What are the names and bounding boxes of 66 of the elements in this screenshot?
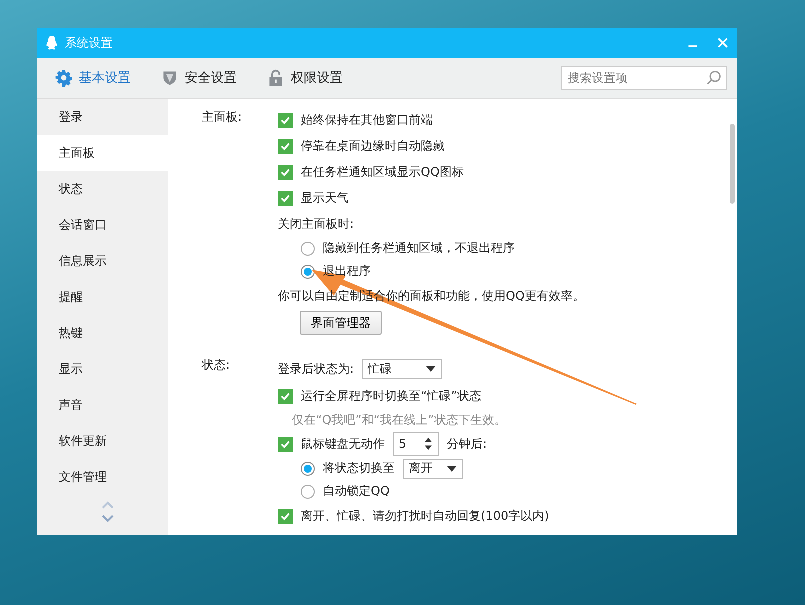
sidebar-item[interactable]: 文件管理 xyxy=(37,459,168,495)
section-label: 状态: xyxy=(202,357,232,374)
option-label: 显示天气 xyxy=(301,190,349,206)
sidebar-item[interactable]: 提醒 xyxy=(37,279,168,315)
sidebar-item[interactable]: 状态 xyxy=(37,171,168,207)
check-icon xyxy=(280,192,291,204)
sidebar-item[interactable]: 会话窗口 xyxy=(37,207,168,243)
status-dropdown[interactable]: 忙碌 xyxy=(362,359,442,379)
sidebar-item[interactable]: 主面板 xyxy=(37,135,168,171)
option-label: 停靠在桌面边缘时自动隐藏 xyxy=(301,138,445,154)
checkbox[interactable] xyxy=(278,138,293,154)
caret-icon xyxy=(426,366,436,372)
option-label: 分钟后: xyxy=(447,436,488,452)
option-label: 鼠标键盘无动作 xyxy=(301,436,385,452)
check-icon xyxy=(280,390,291,402)
settings-tab[interactable]: 基本设置 xyxy=(55,65,131,91)
option-label: 在任务栏通知区域显示QQ图标 xyxy=(301,164,464,180)
search-field[interactable]: 搜索设置项 xyxy=(561,66,727,90)
caret-icon xyxy=(447,466,457,472)
interface-manager-button[interactable]: 界面管理器 xyxy=(300,311,382,335)
gear-icon xyxy=(55,69,73,87)
sidebar-item[interactable]: 软件更新 xyxy=(37,423,168,459)
option-label: 隐藏到任务栏通知区域，不退出程序 xyxy=(323,240,515,257)
status-dropdown[interactable]: 离开 xyxy=(403,458,463,478)
check-icon xyxy=(280,510,291,522)
window-title: 系统设置 xyxy=(65,34,114,52)
checkbox[interactable] xyxy=(278,112,293,128)
sidebar-item[interactable]: 显示 xyxy=(37,351,168,387)
checkbox[interactable] xyxy=(278,388,293,404)
checkbox[interactable] xyxy=(278,508,293,524)
check-icon xyxy=(280,166,291,178)
option-label: 自动锁定QQ xyxy=(323,483,390,500)
radio-button[interactable] xyxy=(301,264,315,278)
settings-tab[interactable]: 权限设置 xyxy=(267,65,343,91)
penguin-icon xyxy=(45,35,59,51)
sidebar-item[interactable]: 登录 xyxy=(37,99,168,135)
section-label: 主面板: xyxy=(202,109,244,126)
checkbox[interactable] xyxy=(278,436,293,452)
check-icon xyxy=(280,114,291,126)
close-icon[interactable] xyxy=(717,37,729,49)
sidebar-item[interactable]: 信息展示 xyxy=(37,243,168,279)
minutes-spinner[interactable]: 5 xyxy=(393,432,439,456)
scroll-down-icon[interactable] xyxy=(102,515,114,523)
option-label: 离开、忙碌、请勿打扰时自动回复(100字以内) xyxy=(301,508,550,524)
spinner-arrows-icon xyxy=(424,437,433,451)
sidebar-item[interactable]: 声音 xyxy=(37,387,168,423)
check-icon xyxy=(280,140,291,152)
scrollbar[interactable] xyxy=(730,124,735,204)
option-label: 运行全屏程序时切换至“忙碌”状态 xyxy=(301,388,482,404)
radio-button[interactable] xyxy=(301,462,315,476)
radio-button[interactable] xyxy=(301,484,315,498)
lock-icon xyxy=(267,69,285,87)
hint-text: 仅在“Q我吧”和“我在线上”状态下生效。 xyxy=(292,412,506,428)
checkbox[interactable] xyxy=(278,164,293,180)
radio-button[interactable] xyxy=(301,242,315,256)
option-text: 关闭主面板时: xyxy=(278,216,354,232)
sidebar-item[interactable]: 热键 xyxy=(37,315,168,351)
settings-tab[interactable]: 安全设置 xyxy=(161,65,237,91)
option-label: 登录后状态为: xyxy=(278,360,354,378)
option-label: 将状态切换至 xyxy=(323,460,395,477)
option-label: 始终保持在其他窗口前端 xyxy=(301,112,433,128)
search-icon xyxy=(706,70,722,86)
shield-icon xyxy=(161,69,179,87)
check-icon xyxy=(280,438,291,450)
scroll-up-icon[interactable] xyxy=(102,501,114,509)
checkbox[interactable] xyxy=(278,190,293,206)
